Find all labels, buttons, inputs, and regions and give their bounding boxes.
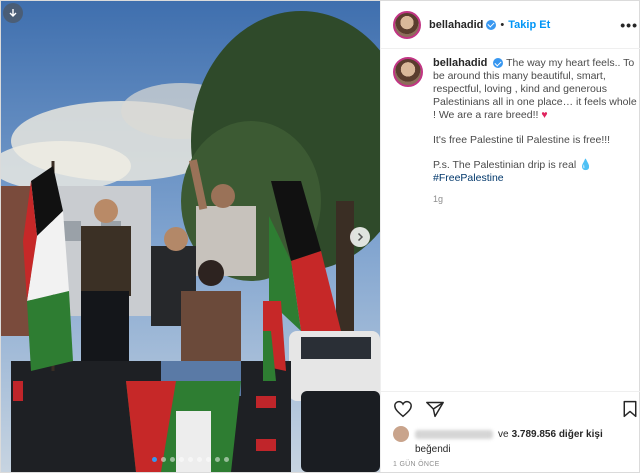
share-send-icon[interactable]	[425, 400, 445, 418]
caption-paragraph-3: P.s. The Palestinian drip is real	[433, 159, 577, 171]
liked-text: beğendi	[415, 444, 451, 455]
heart-emoji-icon: ♥	[541, 109, 548, 121]
carousel-dot	[224, 457, 229, 462]
avatar[interactable]	[393, 10, 421, 39]
caption-text: bellahadid The way my heart feels.. To b…	[433, 57, 638, 206]
carousel-dot	[215, 457, 220, 462]
chevron-right-icon	[357, 232, 364, 242]
carousel-dot	[152, 457, 157, 462]
liker-username-blurred[interactable]	[415, 429, 493, 439]
like-heart-icon[interactable]	[393, 400, 413, 418]
verified-badge-icon	[486, 19, 497, 30]
post-timestamp: 1 GÜN ÖNCE	[393, 461, 440, 468]
follow-button[interactable]: Takip Et	[508, 19, 550, 31]
verified-badge-icon	[493, 58, 504, 69]
more-options-button[interactable]: •••	[620, 17, 638, 33]
caption-avatar[interactable]	[393, 57, 423, 87]
carousel-dot	[161, 457, 166, 462]
carousel-dot	[188, 457, 193, 462]
droplet-emoji-icon: 💧	[579, 159, 593, 171]
instagram-post: bellahadid • Takip Et ••• bellahadid The…	[0, 0, 640, 473]
likes-count[interactable]: 3.789.856 diğer kişi	[512, 429, 603, 440]
header-username[interactable]: bellahadid	[429, 19, 483, 31]
carousel-indicator	[1, 457, 380, 462]
post-photo[interactable]	[1, 1, 380, 472]
caption-username[interactable]: bellahadid	[433, 57, 487, 69]
tag-button[interactable]	[3, 3, 23, 23]
post-sidebar: bellahadid • Takip Et ••• bellahadid The…	[380, 1, 640, 472]
carousel-next-button[interactable]	[350, 227, 370, 247]
post-image	[1, 1, 380, 472]
caption-paragraph-2: It's free Palestine til Palestine is fre…	[433, 134, 611, 146]
hashtag-link[interactable]: #FreePalestine	[433, 172, 504, 184]
action-bar: ve 3.789.856 diğer kişi beğendi	[381, 391, 640, 455]
caption: bellahadid The way my heart feels.. To b…	[381, 49, 640, 206]
likes-connector: ve	[498, 428, 509, 440]
carousel-dot	[170, 457, 175, 462]
carousel-dot	[197, 457, 202, 462]
carousel-dot	[206, 457, 211, 462]
arrow-down-icon	[9, 9, 17, 17]
separator: •	[500, 18, 505, 31]
likes-summary: ve 3.789.856 diğer kişi	[393, 426, 638, 442]
caption-age: 1g	[433, 194, 444, 204]
bookmark-icon[interactable]	[622, 400, 638, 418]
liker-avatar[interactable]	[393, 426, 409, 442]
carousel-dot	[179, 457, 184, 462]
post-header: bellahadid • Takip Et •••	[381, 1, 640, 49]
